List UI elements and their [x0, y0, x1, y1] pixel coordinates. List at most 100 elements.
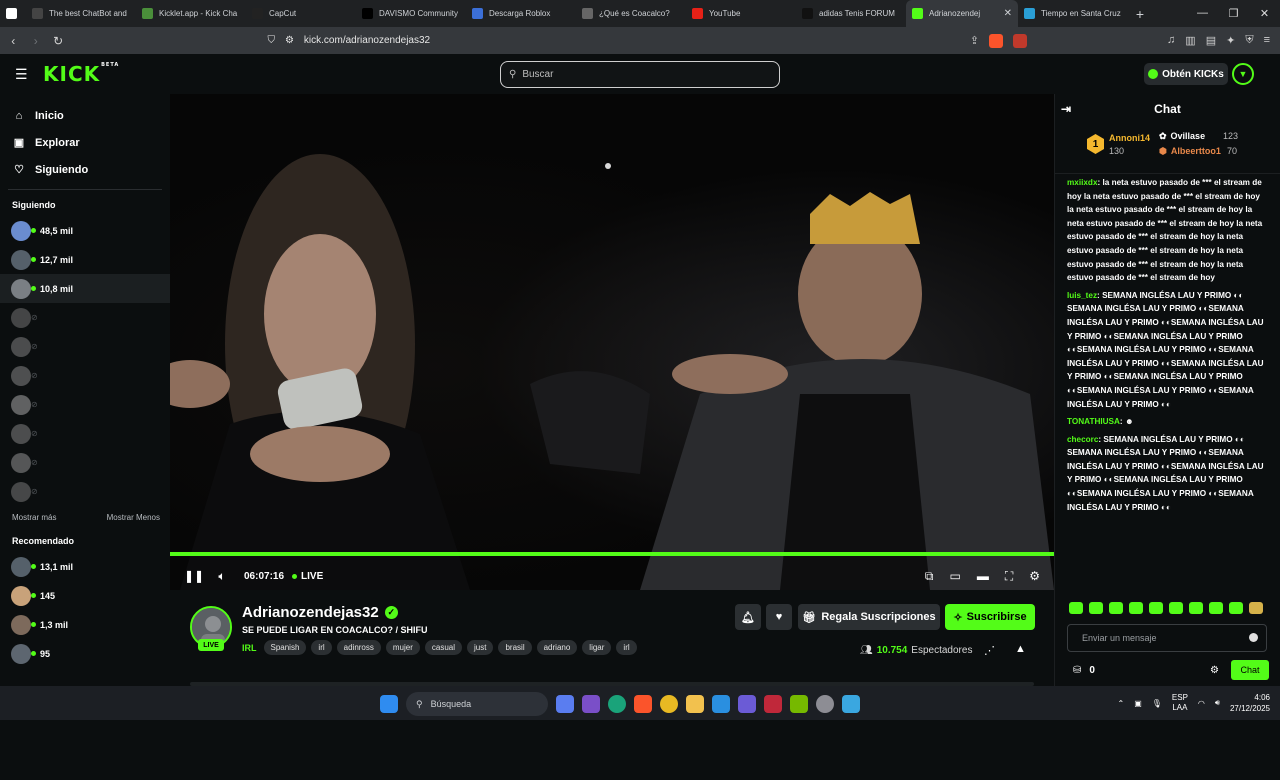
- search-input[interactable]: ⚲ Buscar: [500, 61, 780, 88]
- chat-username[interactable]: luis_tez: [1067, 291, 1097, 300]
- tray-app-icon[interactable]: ▣: [1134, 699, 1142, 708]
- taskbar-search[interactable]: ⚲ Búsqueda: [406, 692, 548, 716]
- leader-third[interactable]: ⬢ Albeerttoo1: [1159, 146, 1221, 157]
- browser-tab[interactable]: DAVISMO Community: [356, 0, 466, 27]
- sidebar-channel[interactable]: ElGiogloking⊘: [0, 448, 1059, 780]
- stream-tag[interactable]: Spanish: [263, 640, 307, 655]
- file-explorer-icon[interactable]: [686, 695, 704, 713]
- emote-icon[interactable]: [1129, 602, 1143, 614]
- follow-heart-button[interactable]: ♥: [766, 604, 792, 630]
- vscode-icon[interactable]: [712, 695, 730, 713]
- media-icon[interactable]: ♫: [1167, 34, 1175, 48]
- minimize-icon[interactable]: —: [1187, 7, 1218, 20]
- chat-username[interactable]: mxiixdx: [1067, 178, 1098, 187]
- browser-tab[interactable]: Kicklet.app - Kick Cha: [136, 0, 246, 27]
- show-more-link[interactable]: Mostrar más: [12, 513, 56, 522]
- microphone-icon[interactable]: 🎙︎: [1152, 699, 1162, 708]
- theater-mode-icon[interactable]: ▬: [977, 569, 989, 584]
- browser-tab[interactable]: Adrianozendej ✕: [906, 0, 1018, 27]
- browser-tab[interactable]: adidas Tenis FORUM: [796, 0, 906, 27]
- subscribe-button[interactable]: ✧ Suscribirse: [945, 604, 1035, 630]
- stream-tag[interactable]: casual: [424, 640, 463, 655]
- edge-icon[interactable]: [608, 695, 626, 713]
- emote-icon[interactable]: [1089, 602, 1103, 614]
- sidebar-channel[interactable]: davooxeneizeConversando13,1 mil: [0, 552, 1059, 780]
- gift-subs-button[interactable]: 🎁︎ Regala Suscripciones: [798, 604, 940, 630]
- browser-tab[interactable]: The best ChatBot and: [26, 0, 136, 27]
- bookmark-icon[interactable]: ⛉: [267, 35, 275, 46]
- stream-tag[interactable]: adinross: [336, 640, 381, 655]
- emote-icon[interactable]: [1069, 602, 1083, 614]
- github-desktop-icon[interactable]: [816, 695, 834, 713]
- hamburger-icon[interactable]: ☰: [15, 66, 29, 83]
- brave-icon[interactable]: [634, 695, 652, 713]
- url-text[interactable]: kick.com/adrianozendejas32: [304, 35, 430, 46]
- sidebar-channel[interactable]: LACOBRAAA⊘: [0, 332, 1059, 780]
- sidebar-channel[interactable]: Kamikaze_evil⊘: [0, 361, 1059, 780]
- sidebar-channel[interactable]: Emikukis⊘: [0, 390, 1059, 780]
- leader-first-name[interactable]: Annoni14: [1109, 133, 1150, 143]
- report-icon[interactable]: ▲: [1015, 643, 1026, 655]
- menu-icon[interactable]: ≡: [1264, 34, 1270, 48]
- winrar-icon[interactable]: [764, 695, 782, 713]
- omnibox[interactable]: ⛉ ⚙ kick.com/adrianozendejas32: [267, 31, 969, 51]
- teams-icon[interactable]: [738, 695, 756, 713]
- sidebar-channel[interactable]: keithlocksSlots & Casino1,3 mil: [0, 610, 1059, 780]
- sidebar-nav-item[interactable]: ♡ Siguiendo: [0, 156, 170, 183]
- stream-tag[interactable]: irl: [616, 640, 637, 655]
- tab-menu[interactable]: [0, 0, 26, 27]
- stream-tag[interactable]: adriano: [536, 640, 578, 655]
- chat-username[interactable]: TONATHIUSA: [1067, 417, 1120, 426]
- playback-progress-bar[interactable]: [170, 552, 1054, 556]
- close-tab-icon[interactable]: ✕: [1004, 8, 1012, 19]
- stream-tag[interactable]: brasil: [498, 640, 532, 655]
- emote-icon[interactable]: [1169, 602, 1183, 614]
- stream-tag[interactable]: just: [467, 640, 494, 655]
- app-icon[interactable]: [842, 695, 860, 713]
- speaker-icon[interactable]: 🔊︎: [1215, 698, 1220, 708]
- kick-logo[interactable]: KICKBETA: [43, 62, 119, 86]
- vpn-icon[interactable]: ⛨: [1245, 34, 1253, 48]
- emote-icon[interactable]: [1229, 602, 1243, 614]
- reload-icon[interactable]: ↻: [49, 34, 67, 48]
- sidebar-nav-item[interactable]: ▣ Explorar: [0, 129, 170, 156]
- browser-tab[interactable]: ¿Qué es Coacalco?: [576, 0, 686, 27]
- sidebar-channel[interactable]: NeutroYT⊘: [0, 303, 1059, 780]
- browser-tab[interactable]: CapCut: [246, 0, 356, 27]
- sidebar-nav-item[interactable]: ⌂ Inicio: [0, 102, 170, 129]
- browser-tab[interactable]: Descarga Roblox: [466, 0, 576, 27]
- points-icon[interactable]: ⛁: [1073, 665, 1081, 676]
- chat-message-input[interactable]: Enviar un mensaje: [1067, 624, 1267, 652]
- forward-icon[interactable]: ›: [26, 34, 44, 48]
- clock[interactable]: 4:06 27/12/2025: [1230, 692, 1270, 714]
- chat-settings-icon[interactable]: ⚙: [1210, 665, 1219, 676]
- close-window-icon[interactable]: ✕: [1249, 7, 1280, 20]
- live-indicator[interactable]: LIVE: [292, 571, 323, 582]
- windows-start-icon[interactable]: [380, 695, 398, 713]
- miniplayer-icon[interactable]: ⧉: [925, 569, 934, 584]
- tray-expand-icon[interactable]: ⌃: [1117, 699, 1124, 708]
- sidebar-channel[interactable]: EloliXonLeft 4 Dead 295: [0, 639, 1059, 780]
- maximize-icon[interactable]: ❐: [1218, 7, 1249, 20]
- category-link[interactable]: IRL: [242, 643, 257, 653]
- new-tab-button[interactable]: +: [1128, 6, 1152, 22]
- sidebar-icon[interactable]: ▥: [1185, 34, 1195, 48]
- emote-icon[interactable]: [1109, 602, 1123, 614]
- nvidia-icon[interactable]: [790, 695, 808, 713]
- video-player[interactable]: ❚❚ 🔈︎ 06:07:16 LIVE ⧉ ▭ ▬ ⛶ ⚙: [170, 94, 1054, 590]
- sidebar-channel[interactable]: Adrianozendej...IRL10,8 mil: [0, 274, 1059, 780]
- sidebar-channel[interactable]: AdinRossCounter-Strike 248,5 mil: [0, 216, 1059, 780]
- chat-send-button[interactable]: Chat: [1231, 660, 1269, 680]
- back-icon[interactable]: ‹: [4, 34, 22, 48]
- site-info-icon[interactable]: ⚙: [285, 35, 294, 46]
- get-kicks-button[interactable]: Obtén KICKs: [1144, 63, 1228, 85]
- volume-icon[interactable]: 🔈︎: [214, 569, 230, 584]
- language-indicator[interactable]: ESP LAA: [1172, 693, 1188, 713]
- clip-icon[interactable]: ▭: [949, 569, 960, 584]
- collapse-chat-icon[interactable]: ⇥: [1061, 102, 1071, 116]
- pause-icon[interactable]: ❚❚: [184, 569, 204, 583]
- stream-tag[interactable]: irl: [311, 640, 332, 655]
- extensions-icon[interactable]: ✦: [1226, 34, 1235, 48]
- fullscreen-icon[interactable]: ⛶: [1005, 569, 1013, 584]
- sidebar-channel[interactable]: davooxeneizeConversando12,7 mil: [0, 245, 1059, 780]
